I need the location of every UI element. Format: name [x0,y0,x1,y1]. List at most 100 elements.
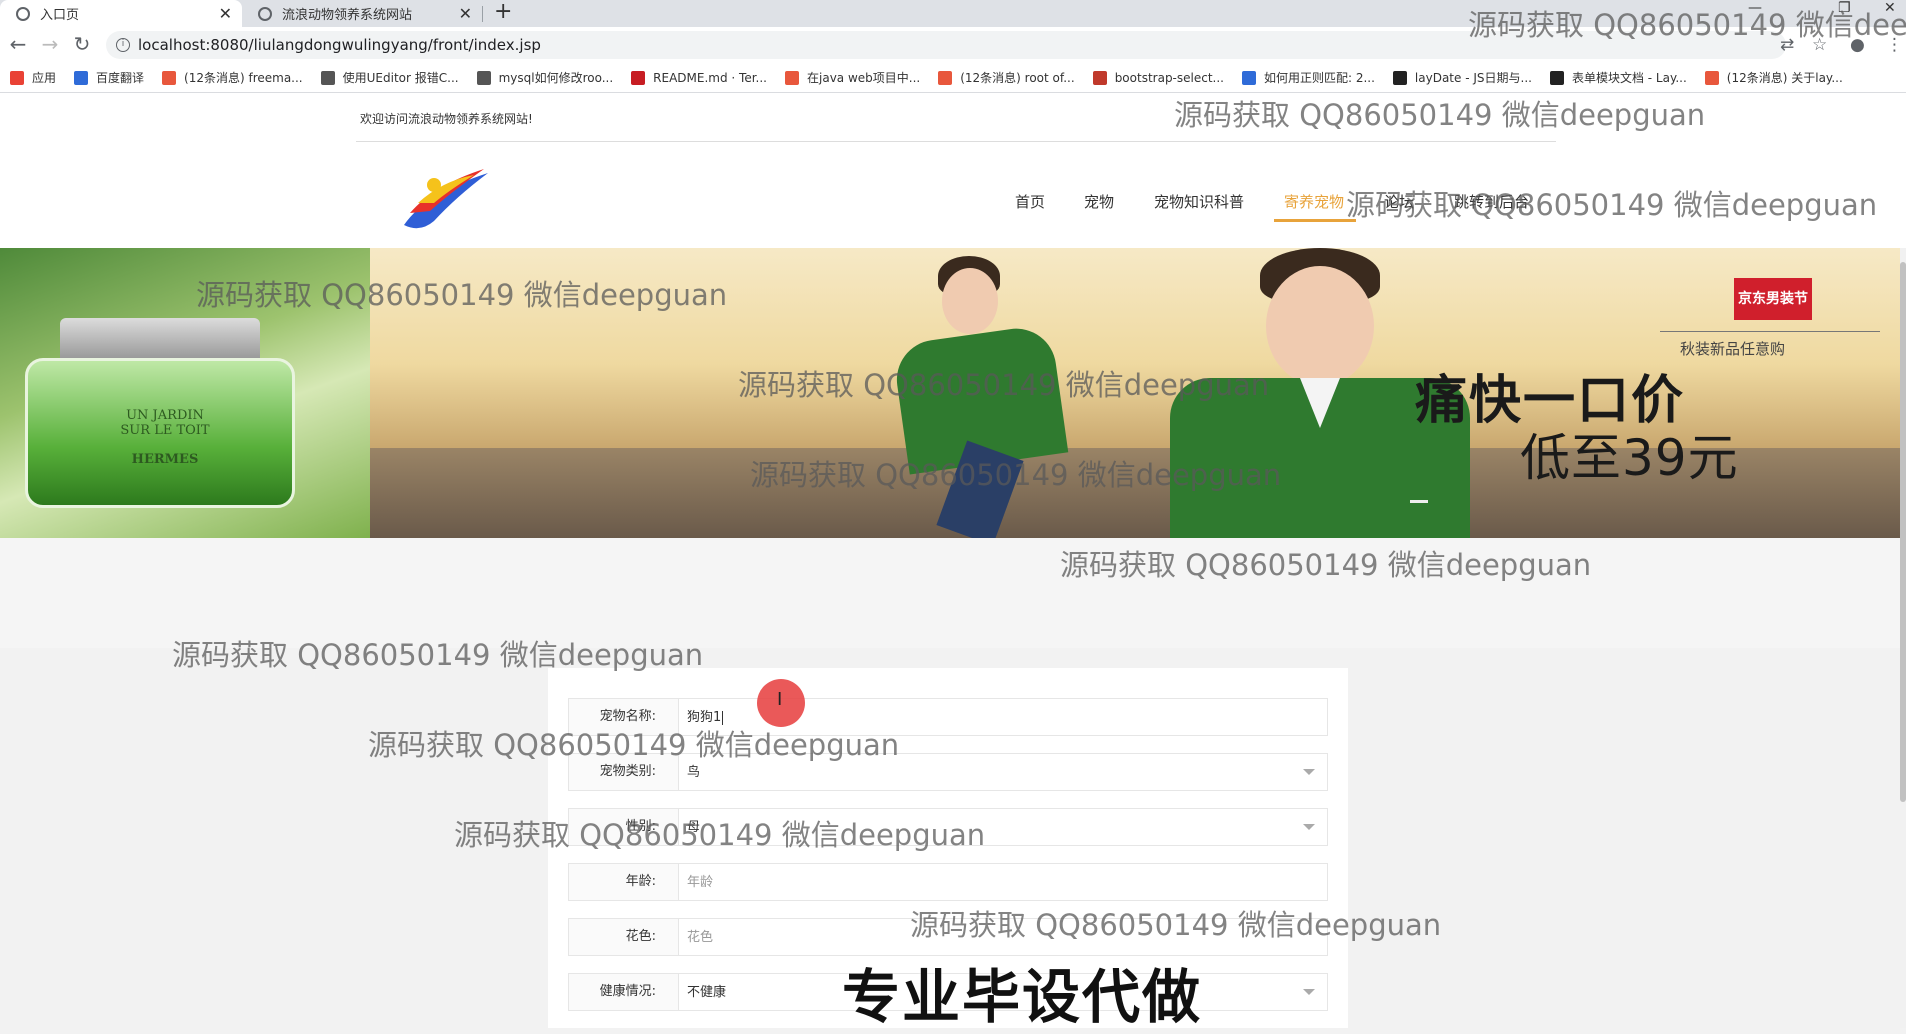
pet-category-value[interactable]: 鸟 [687,754,700,790]
site-icon [258,6,272,21]
bookmark-item[interactable]: 使用UEditor 报错C... [320,69,459,86]
close-window-icon[interactable]: ✕ [1884,0,1896,16]
link-icon [320,70,335,85]
carousel-indicator[interactable] [1410,500,1428,503]
bookmark-item[interactable]: 应用 [10,69,56,86]
url-bar[interactable]: i localhost:8080/liulangdongwulingyang/f… [106,31,1786,59]
color-input[interactable]: 花色 [687,919,713,955]
nav-admin[interactable]: 跳转到后台 [1454,191,1529,212]
bookmark-label: (12条消息) freema... [184,71,303,85]
bookmark-item[interactable]: (12条消息) freema... [162,69,303,86]
promo-divider [1660,331,1880,332]
bookmark-label: layDate - JS日期与... [1414,71,1532,85]
nav-pet-knowledge[interactable]: 宠物知识科普 [1154,191,1244,212]
text-cursor [722,710,724,725]
nav-forum[interactable]: 论坛 [1384,191,1414,212]
health-value[interactable]: 不健康 [687,974,726,1010]
link-icon [476,70,491,85]
reload-icon[interactable]: ↻ [70,33,94,55]
bookmark-item[interactable]: 如何用正则匹配: 2... [1241,69,1375,86]
profile-icon[interactable]: ● [1850,35,1865,55]
age-field[interactable]: 年龄: 年龄 [568,863,1328,901]
globe-icon [16,6,30,21]
bookmark-item[interactable]: 在java web项目中... [785,69,920,86]
csdn-icon [938,70,953,85]
bookmarks-bar: 应用 百度翻译 (12条消息) freema... 使用UEditor 报错C... m… [0,63,1906,93]
nav-home[interactable]: 首页 [1015,191,1045,212]
overlay-ad-text: 专业毕设代做 [842,963,1203,1031]
tab-entry-page[interactable]: 入口页 ✕ [0,0,242,27]
bookmark-item[interactable]: (12条消息) root of... [938,69,1075,86]
csdn-icon [785,70,799,85]
close-tab-icon[interactable]: ✕ [219,4,232,23]
perfume-label: UN JARDIN SUR LE TOIT HERMES [120,408,210,467]
bookmark-item[interactable]: mysql如何修改roo... [476,69,614,86]
text-cursor-icon: I [777,689,783,710]
translate-icon[interactable]: ⇄ [1780,35,1794,55]
site-logo[interactable] [396,163,496,235]
bookmark-label: 如何用正则匹配: 2... [1263,71,1375,85]
field-label: 宠物名称: [569,699,679,735]
pet-name-field[interactable]: 宠物名称: 狗狗1 [568,698,1328,736]
gender-value[interactable]: 母 [687,809,700,845]
nav-foster-pet[interactable]: 寄养宠物 [1284,191,1344,212]
field-label: 健康情况: [569,974,679,1010]
bookmark-label: README.md · Ter... [653,70,767,85]
chevron-down-icon[interactable] [1303,769,1315,775]
layui-icon [1549,70,1564,85]
forward-icon[interactable]: → [38,33,62,55]
star-icon[interactable]: ☆ [1812,35,1827,55]
bookmark-item[interactable]: 百度翻译 [74,69,144,86]
field-label: 性别: [569,809,679,845]
age-input[interactable]: 年龄 [687,864,713,900]
running-man [860,248,1120,538]
promo-price: 低至39元 [1520,429,1739,487]
chevron-down-icon[interactable] [1303,989,1315,995]
close-tab-icon[interactable]: ✕ [459,4,472,23]
tab-separator [482,6,483,22]
browser-tab-strip: 入口页 ✕ 流浪动物领养系统网站 ✕ + — ❐ ✕ [0,0,1906,27]
content-spacer [0,538,1900,648]
chevron-down-icon[interactable] [1303,824,1315,830]
bookmark-label: 表单模块文档 - Lay... [1571,71,1687,85]
pet-category-select[interactable]: 宠物类别: 鸟 [568,753,1328,791]
info-icon[interactable]: i [116,38,130,52]
brand-badge: 京东男装节 [1734,278,1812,320]
scrollbar-thumb[interactable] [1900,262,1906,802]
site-header: 欢迎访问流浪动物领养系统网站! 首页 宠物 宠物知识科普 寄养宠物 论坛 跳转到… [0,93,1906,248]
bookmark-label: 应用 [32,71,57,85]
csdn-icon [1704,70,1719,85]
fashion-slide: 京东男装节 秋装新品任意购 痛快一口价 低至39元 [370,248,1900,538]
bookmark-item[interactable]: 表单模块文档 - Lay... [1549,69,1687,86]
banner-carousel[interactable]: UN JARDIN SUR LE TOIT HERMES 京东男装节 秋装新品任… [0,248,1900,538]
baidu-icon [1241,70,1256,85]
menu-icon[interactable]: ⋮ [1886,35,1903,55]
bookmark-item[interactable]: layDate - JS日期与... [1392,69,1532,86]
new-tab-button[interactable]: + [494,0,512,24]
bookmark-label: mysql如何修改roo... [498,71,614,85]
minimize-icon[interactable]: — [1748,0,1762,16]
tab-stray-animal-site[interactable]: 流浪动物领养系统网站 ✕ [242,0,482,27]
bookmark-item[interactable]: README.md · Ter... [631,70,767,85]
apps-icon [10,70,24,85]
bookmark-item[interactable]: (12条消息) 关于lay... [1704,69,1843,86]
baidu-translate-icon [74,70,89,85]
bookmark-label: 在java web项目中... [807,71,921,85]
address-bar-row: ← → ↻ i localhost:8080/liulangdongwuling… [0,27,1906,63]
csdn-icon [162,70,177,85]
pet-name-input[interactable]: 狗狗1 [687,699,724,735]
back-icon[interactable]: ← [6,33,30,55]
nav-active-underline [1274,219,1356,222]
field-label: 宠物类别: [569,754,679,790]
bookmark-label: (12条消息) root of... [960,71,1075,85]
welcome-text: 欢迎访问流浪动物领养系统网站! [360,112,533,126]
url-text[interactable]: localhost:8080/liulangdongwulingyang/fro… [138,36,541,54]
field-label: 年龄: [569,864,679,900]
restore-icon[interactable]: ❐ [1838,0,1851,16]
nav-pets[interactable]: 宠物 [1084,191,1114,212]
bookmark-item[interactable]: bootstrap-select... [1092,70,1224,85]
tab-title: 流浪动物领养系统网站 [282,8,413,23]
field-label: 花色: [569,919,679,955]
header-divider [356,141,1556,142]
gender-select[interactable]: 性别: 母 [568,808,1328,846]
